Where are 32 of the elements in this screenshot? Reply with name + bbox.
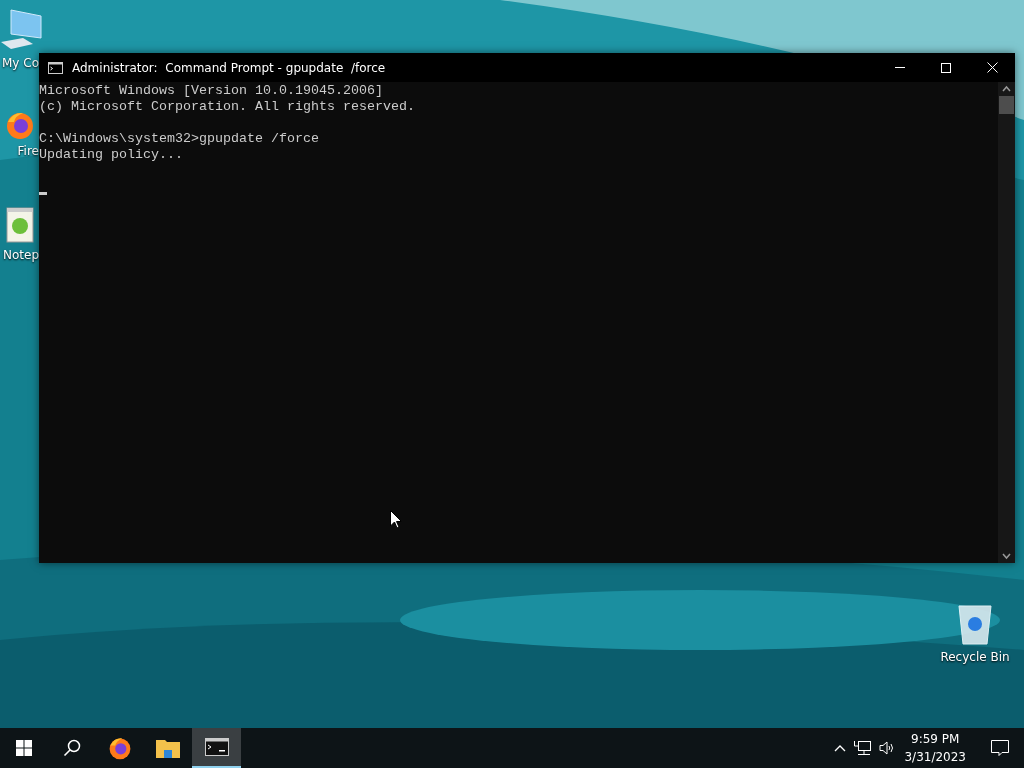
scrollbar[interactable] [998,82,1015,563]
clock[interactable]: 9:59 PM 3/31/2023 [904,730,966,766]
console-line: Microsoft Windows [Version 10.0.19045.2006] [39,83,384,99]
scrollbar-thumb[interactable] [999,96,1014,114]
speech-bubble-icon [991,739,1009,757]
notepad-icon [4,206,35,244]
close-icon [986,62,998,73]
command-prompt-icon [204,738,229,756]
recycle-bin-icon [955,602,995,646]
windows-logo-icon [16,740,32,756]
network-icon[interactable] [854,740,872,756]
text-cursor [39,192,47,195]
desktop-icon-label[interactable]: Fire [17,144,39,158]
maximize-icon [941,62,951,73]
firefox-icon [4,110,35,140]
taskbar-button[interactable] [192,728,241,768]
desktop-icon-label[interactable]: Recycle Bin [940,650,1010,664]
speaker-icon[interactable] [879,741,895,755]
folder-icon [156,738,180,758]
minimize-icon [895,67,905,68]
window-title: Administrator: Command Prompt - gpupdate /force [72,60,386,75]
console-line: (c) Microsoft Corporation. All rights reserved. [39,99,416,115]
search-icon [63,739,81,757]
command-prompt-icon [48,61,63,74]
firefox-icon [108,736,132,760]
desktop-icon-label[interactable]: Notep [2,248,39,262]
console-line: Updating policy... [39,147,184,163]
mouse-pointer-icon [390,510,402,529]
desktop-icon-label[interactable]: My Co [2,56,39,70]
chevron-up-icon[interactable] [834,744,847,752]
computer-icon [0,8,43,52]
console-line: C:\Windows\system32>gpupdate /force [39,131,320,147]
